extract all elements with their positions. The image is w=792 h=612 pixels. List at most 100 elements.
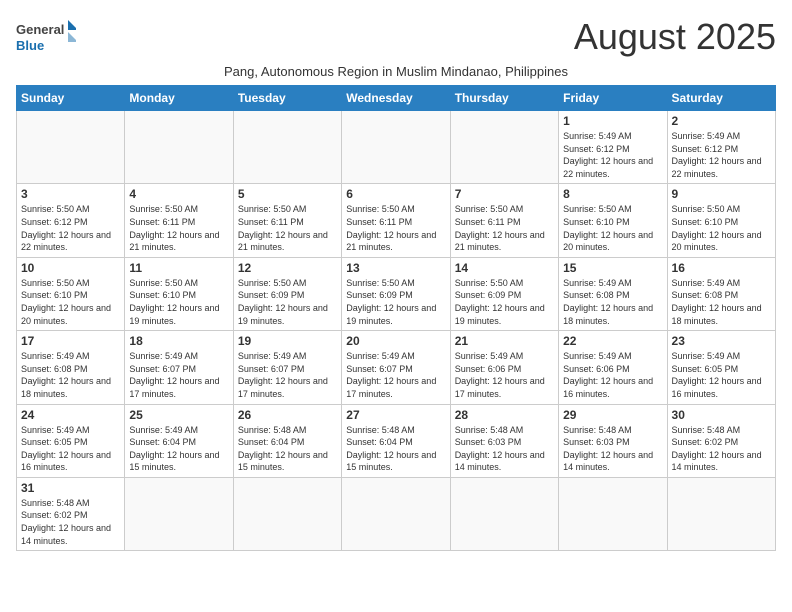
calendar-cell: 10 Sunrise: 5:50 AM Sunset: 6:10 PM Dayli…: [17, 257, 125, 330]
day-info: Sunrise: 5:49 AM Sunset: 6:12 PM Dayligh…: [563, 130, 662, 180]
day-number: 15: [563, 261, 662, 275]
day-number: 25: [129, 408, 228, 422]
day-info: Sunrise: 5:49 AM Sunset: 6:08 PM Dayligh…: [672, 277, 771, 327]
day-info: Sunrise: 5:48 AM Sunset: 6:02 PM Dayligh…: [672, 424, 771, 474]
calendar-cell: [233, 111, 341, 184]
day-number: 17: [21, 334, 120, 348]
day-number: 1: [563, 114, 662, 128]
day-number: 13: [346, 261, 445, 275]
day-number: 29: [563, 408, 662, 422]
day-info: Sunrise: 5:50 AM Sunset: 6:10 PM Dayligh…: [21, 277, 120, 327]
calendar-cell: 8 Sunrise: 5:50 AM Sunset: 6:10 PM Daylig…: [559, 184, 667, 257]
calendar-cell: 31Sunrise: 5:48 AM Sunset: 6:02 PM Dayli…: [17, 477, 125, 550]
day-info: Sunrise: 5:48 AM Sunset: 6:04 PM Dayligh…: [238, 424, 337, 474]
day-number: 4: [129, 187, 228, 201]
calendar-cell: 5 Sunrise: 5:50 AM Sunset: 6:11 PM Daylig…: [233, 184, 341, 257]
calendar-cell: 27 Sunrise: 5:48 AM Sunset: 6:04 PM Dayli…: [342, 404, 450, 477]
day-info: Sunrise: 5:49 AM Sunset: 6:08 PM Dayligh…: [563, 277, 662, 327]
day-info: Sunrise: 5:50 AM Sunset: 6:10 PM Dayligh…: [672, 203, 771, 253]
day-number: 14: [455, 261, 554, 275]
day-number: 22: [563, 334, 662, 348]
day-number: 26: [238, 408, 337, 422]
day-info: Sunrise: 5:49 AM Sunset: 6:07 PM Dayligh…: [346, 350, 445, 400]
calendar-cell: 6 Sunrise: 5:50 AM Sunset: 6:11 PM Daylig…: [342, 184, 450, 257]
day-info: Sunrise: 5:50 AM Sunset: 6:09 PM Dayligh…: [455, 277, 554, 327]
calendar-week-1: 1 Sunrise: 5:49 AM Sunset: 6:12 PM Daylig…: [17, 111, 776, 184]
header: General Blue August 2025: [16, 16, 776, 60]
calendar-week-3: 10 Sunrise: 5:50 AM Sunset: 6:10 PM Dayli…: [17, 257, 776, 330]
day-info: Sunrise: 5:49 AM Sunset: 6:04 PM Dayligh…: [129, 424, 228, 474]
day-number: 6: [346, 187, 445, 201]
calendar-cell: 21 Sunrise: 5:49 AM Sunset: 6:06 PM Dayli…: [450, 331, 558, 404]
calendar-cell: 18Sunrise: 5:49 AM Sunset: 6:07 PM Dayli…: [125, 331, 233, 404]
day-number: 2: [672, 114, 771, 128]
day-number: 28: [455, 408, 554, 422]
day-info: Sunrise: 5:48 AM Sunset: 6:02 PM Dayligh…: [21, 497, 120, 547]
calendar-cell: 28Sunrise: 5:48 AM Sunset: 6:03 PM Dayli…: [450, 404, 558, 477]
calendar-week-5: 24 Sunrise: 5:49 AM Sunset: 6:05 PM Dayli…: [17, 404, 776, 477]
calendar-cell: 7 Sunrise: 5:50 AM Sunset: 6:11 PM Daylig…: [450, 184, 558, 257]
day-info: Sunrise: 5:48 AM Sunset: 6:04 PM Dayligh…: [346, 424, 445, 474]
day-info: Sunrise: 5:49 AM Sunset: 6:08 PM Dayligh…: [21, 350, 120, 400]
logo: General Blue: [16, 16, 76, 60]
day-number: 30: [672, 408, 771, 422]
day-info: Sunrise: 5:50 AM Sunset: 6:11 PM Dayligh…: [238, 203, 337, 253]
day-info: Sunrise: 5:49 AM Sunset: 6:06 PM Dayligh…: [563, 350, 662, 400]
calendar-week-6: 31Sunrise: 5:48 AM Sunset: 6:02 PM Dayli…: [17, 477, 776, 550]
logo-svg: General Blue: [16, 16, 76, 60]
calendar-cell: [342, 111, 450, 184]
day-number: 5: [238, 187, 337, 201]
day-number: 3: [21, 187, 120, 201]
calendar-cell: 17 Sunrise: 5:49 AM Sunset: 6:08 PM Dayli…: [17, 331, 125, 404]
day-number: 16: [672, 261, 771, 275]
day-info: Sunrise: 5:49 AM Sunset: 6:06 PM Dayligh…: [455, 350, 554, 400]
calendar-cell: 16 Sunrise: 5:49 AM Sunset: 6:08 PM Dayli…: [667, 257, 775, 330]
day-number: 9: [672, 187, 771, 201]
calendar-cell: 15 Sunrise: 5:49 AM Sunset: 6:08 PM Dayli…: [559, 257, 667, 330]
day-number: 24: [21, 408, 120, 422]
calendar-cell: [17, 111, 125, 184]
calendar-cell: 24 Sunrise: 5:49 AM Sunset: 6:05 PM Dayli…: [17, 404, 125, 477]
day-number: 21: [455, 334, 554, 348]
calendar-cell: 1 Sunrise: 5:49 AM Sunset: 6:12 PM Daylig…: [559, 111, 667, 184]
calendar-cell: 11Sunrise: 5:50 AM Sunset: 6:10 PM Dayli…: [125, 257, 233, 330]
calendar-cell: [125, 111, 233, 184]
calendar-cell: 20 Sunrise: 5:49 AM Sunset: 6:07 PM Dayli…: [342, 331, 450, 404]
day-info: Sunrise: 5:50 AM Sunset: 6:09 PM Dayligh…: [238, 277, 337, 327]
calendar-cell: 26 Sunrise: 5:48 AM Sunset: 6:04 PM Dayli…: [233, 404, 341, 477]
day-info: Sunrise: 5:49 AM Sunset: 6:05 PM Dayligh…: [21, 424, 120, 474]
calendar-cell: 22 Sunrise: 5:49 AM Sunset: 6:06 PM Dayli…: [559, 331, 667, 404]
day-info: Sunrise: 5:50 AM Sunset: 6:11 PM Dayligh…: [346, 203, 445, 253]
calendar-cell: [125, 477, 233, 550]
day-info: Sunrise: 5:49 AM Sunset: 6:05 PM Dayligh…: [672, 350, 771, 400]
month-title: August 2025: [574, 16, 776, 58]
day-number: 7: [455, 187, 554, 201]
day-info: Sunrise: 5:50 AM Sunset: 6:09 PM Dayligh…: [346, 277, 445, 327]
calendar-week-2: 3 Sunrise: 5:50 AM Sunset: 6:12 PM Daylig…: [17, 184, 776, 257]
day-number: 27: [346, 408, 445, 422]
calendar-cell: 19Sunrise: 5:49 AM Sunset: 6:07 PM Dayli…: [233, 331, 341, 404]
day-number: 23: [672, 334, 771, 348]
day-info: Sunrise: 5:49 AM Sunset: 6:12 PM Dayligh…: [672, 130, 771, 180]
day-info: Sunrise: 5:50 AM Sunset: 6:10 PM Dayligh…: [563, 203, 662, 253]
calendar-cell: 25 Sunrise: 5:49 AM Sunset: 6:04 PM Dayli…: [125, 404, 233, 477]
calendar-cell: 13 Sunrise: 5:50 AM Sunset: 6:09 PM Dayli…: [342, 257, 450, 330]
weekday-monday: Monday: [125, 86, 233, 111]
day-number: 10: [21, 261, 120, 275]
day-info: Sunrise: 5:50 AM Sunset: 6:12 PM Dayligh…: [21, 203, 120, 253]
weekday-saturday: Saturday: [667, 86, 775, 111]
calendar-cell: 30 Sunrise: 5:48 AM Sunset: 6:02 PM Dayli…: [667, 404, 775, 477]
day-info: Sunrise: 5:50 AM Sunset: 6:11 PM Dayligh…: [455, 203, 554, 253]
calendar-week-4: 17 Sunrise: 5:49 AM Sunset: 6:08 PM Dayli…: [17, 331, 776, 404]
day-number: 20: [346, 334, 445, 348]
day-number: 18: [129, 334, 228, 348]
day-number: 8: [563, 187, 662, 201]
weekday-tuesday: Tuesday: [233, 86, 341, 111]
weekday-wednesday: Wednesday: [342, 86, 450, 111]
calendar-cell: 14 Sunrise: 5:50 AM Sunset: 6:09 PM Dayli…: [450, 257, 558, 330]
calendar-cell: 23 Sunrise: 5:49 AM Sunset: 6:05 PM Dayli…: [667, 331, 775, 404]
calendar-cell: 12 Sunrise: 5:50 AM Sunset: 6:09 PM Dayli…: [233, 257, 341, 330]
weekday-header-row: SundayMondayTuesdayWednesdayThursdayFrid…: [17, 86, 776, 111]
day-info: Sunrise: 5:50 AM Sunset: 6:11 PM Dayligh…: [129, 203, 228, 253]
day-number: 12: [238, 261, 337, 275]
